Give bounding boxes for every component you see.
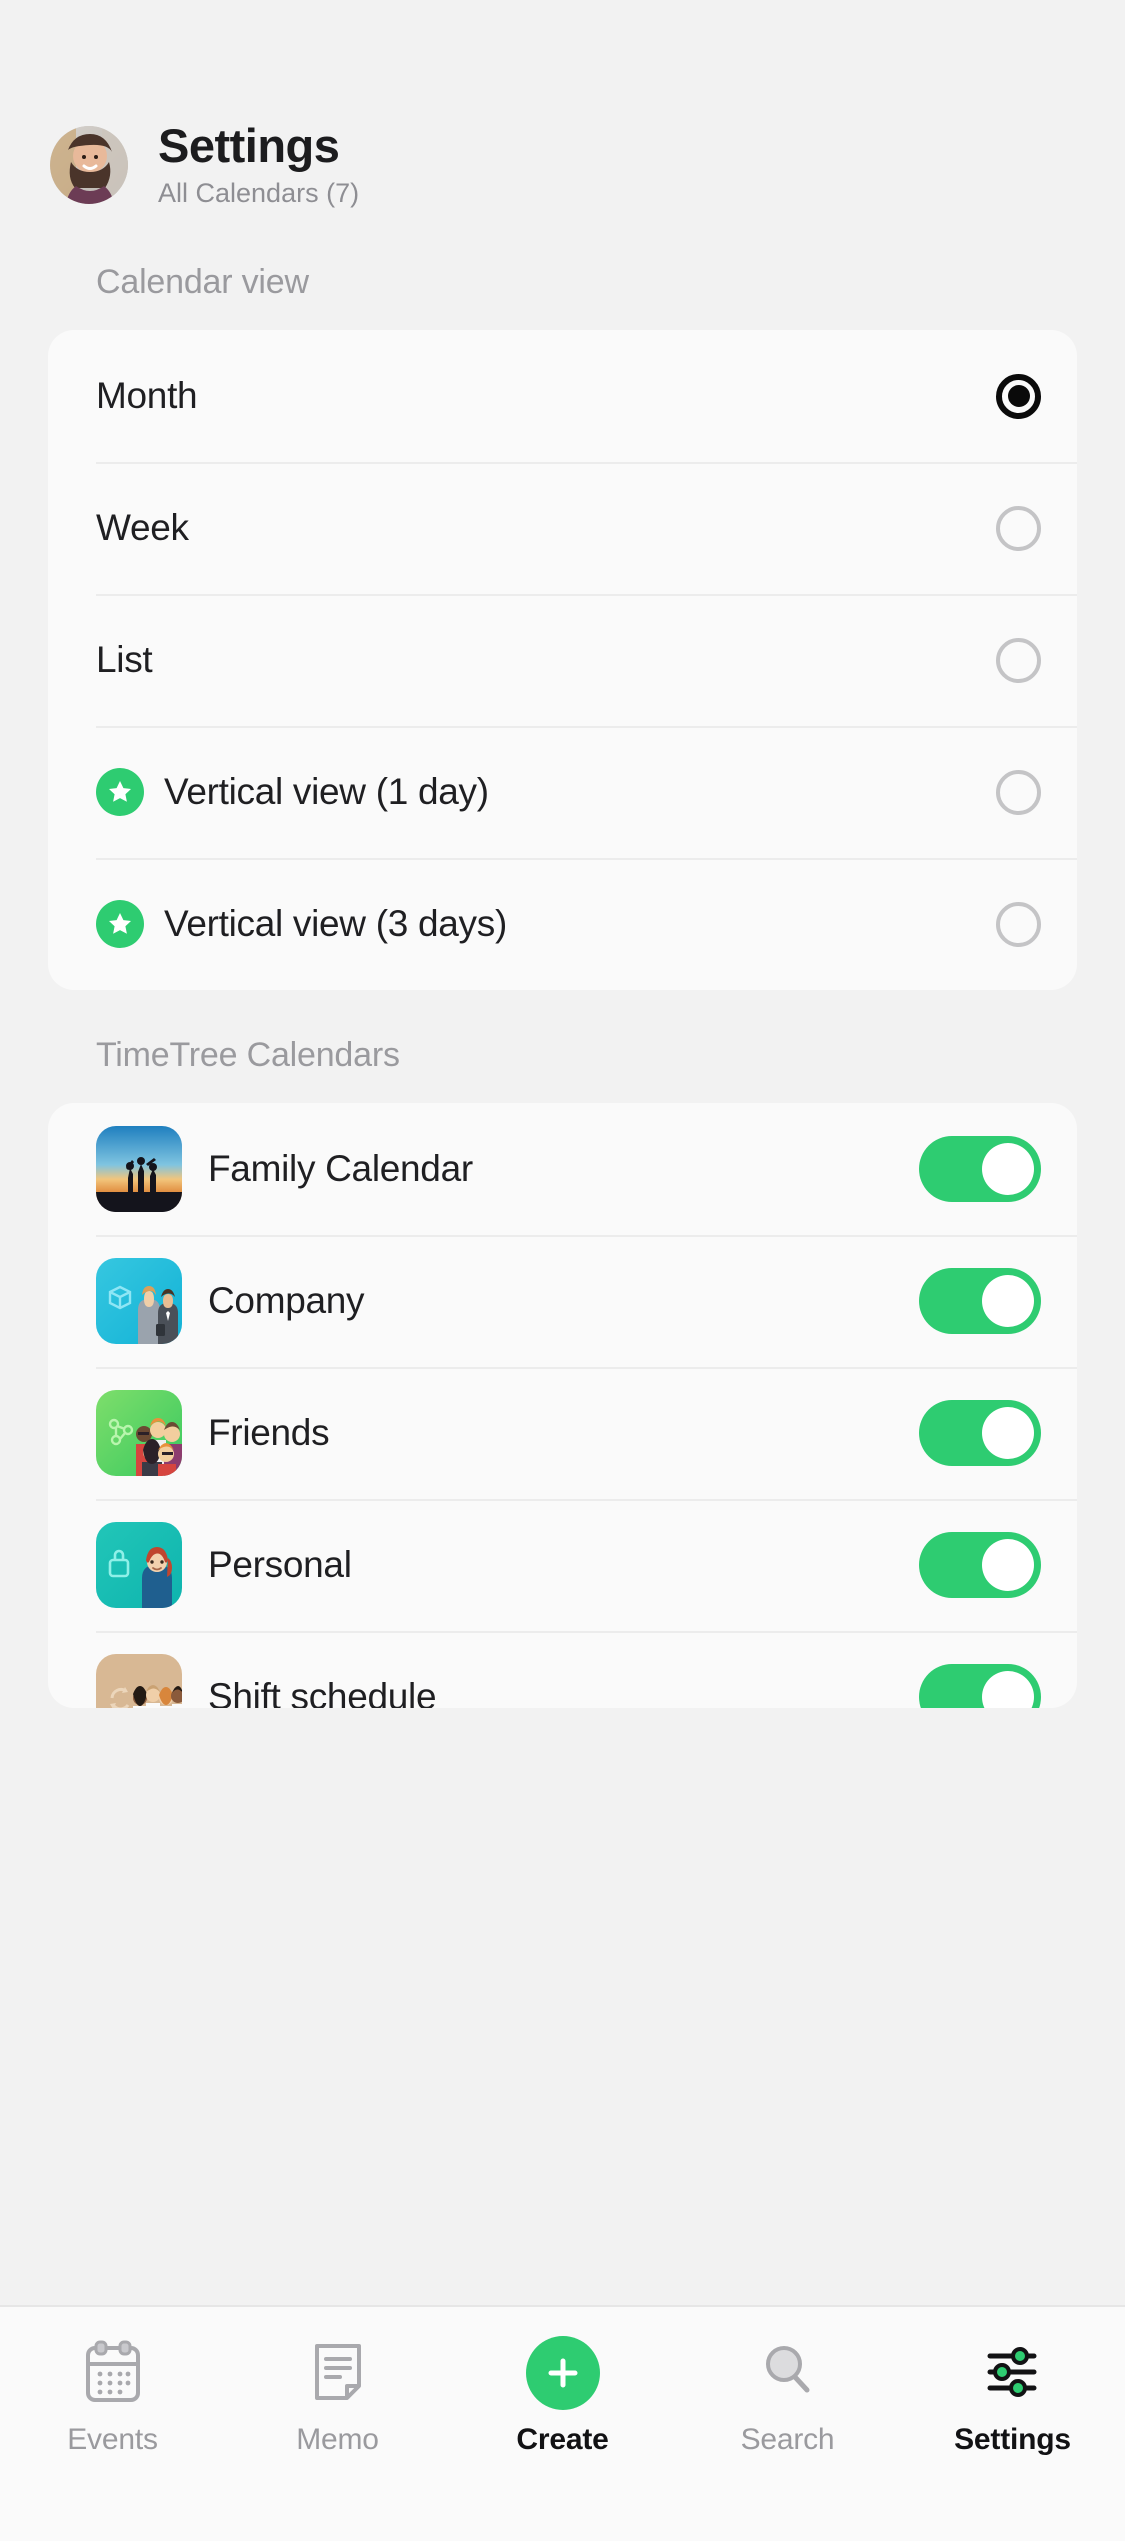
sunset-family-photo-thumbnail	[96, 1126, 182, 1212]
toggle-knob	[982, 1671, 1034, 1708]
calendar-toggle-friends[interactable]	[919, 1400, 1041, 1466]
calendar-toggle-personal[interactable]	[919, 1532, 1041, 1598]
calendar-row-personal[interactable]: Personal	[48, 1499, 1077, 1631]
option-label: Vertical view (3 days)	[164, 903, 996, 945]
calendar-toggle-company[interactable]	[919, 1268, 1041, 1334]
settings-header: Settings All Calendars (7)	[0, 105, 1125, 225]
calendar-row-friends[interactable]: Friends	[48, 1367, 1077, 1499]
timetree-calendars-card: Family Calendar	[48, 1103, 1077, 1708]
calendar-view-card: Month Week List Vertical view (1 day) Ve…	[48, 330, 1077, 990]
calendar-toggle-shift-schedule[interactable]	[919, 1664, 1041, 1708]
option-label: Vertical view (1 day)	[164, 771, 996, 813]
nav-item-memo[interactable]: Memo	[225, 2331, 450, 2457]
sliders-icon	[982, 2331, 1044, 2415]
memo-icon	[309, 2331, 367, 2415]
star-icon	[96, 900, 144, 948]
calendar-name: Company	[208, 1280, 919, 1322]
nav-label: Create	[516, 2423, 608, 2457]
toggle-knob	[982, 1539, 1034, 1591]
radio-week[interactable]	[996, 506, 1041, 551]
radio-vertical-3days[interactable]	[996, 902, 1041, 947]
create-button[interactable]	[526, 2331, 600, 2415]
calendar-icon	[82, 2331, 144, 2415]
radio-month[interactable]	[996, 374, 1041, 419]
bottom-navigation-bar: Events Memo Create	[0, 2305, 1125, 2541]
nav-label: Settings	[954, 2423, 1071, 2457]
star-icon	[96, 768, 144, 816]
plus-icon	[526, 2336, 600, 2410]
nav-item-events[interactable]: Events	[0, 2331, 225, 2457]
nav-label: Events	[67, 2423, 158, 2457]
calendar-name: Shift schedule	[208, 1676, 919, 1708]
toggle-knob	[982, 1143, 1034, 1195]
nav-item-search[interactable]: Search	[675, 2331, 900, 2457]
shift-staff-refresh-thumbnail	[96, 1654, 182, 1708]
toggle-knob	[982, 1407, 1034, 1459]
business-people-cube-thumbnail	[96, 1258, 182, 1344]
radio-list[interactable]	[996, 638, 1041, 683]
calendar-view-option-list[interactable]: List	[48, 594, 1077, 726]
calendar-row-family-calendar[interactable]: Family Calendar	[48, 1103, 1077, 1235]
timetree-calendars-section-label: TimeTree Calendars	[0, 990, 1125, 1103]
nav-label: Search	[741, 2423, 835, 2457]
calendar-view-option-vertical-1day[interactable]: Vertical view (1 day)	[48, 726, 1077, 858]
option-label: List	[96, 639, 996, 681]
calendar-name: Personal	[208, 1544, 919, 1586]
nav-item-create[interactable]: Create	[450, 2331, 675, 2457]
calendar-name: Family Calendar	[208, 1148, 919, 1190]
calendar-view-option-week[interactable]: Week	[48, 462, 1077, 594]
calendar-view-section-label: Calendar view	[0, 225, 1125, 330]
nav-item-settings[interactable]: Settings	[900, 2331, 1125, 2457]
calendar-name: Friends	[208, 1412, 919, 1454]
search-icon	[758, 2331, 818, 2415]
avatar[interactable]	[50, 126, 128, 204]
nav-label: Memo	[296, 2423, 379, 2457]
page-title: Settings	[158, 121, 359, 170]
user-photo-avatar	[50, 126, 128, 204]
calendar-view-option-vertical-3days[interactable]: Vertical view (3 days)	[48, 858, 1077, 990]
header-text-group: Settings All Calendars (7)	[158, 121, 359, 209]
toggle-knob	[982, 1275, 1034, 1327]
option-label: Week	[96, 507, 996, 549]
calendar-row-shift-schedule[interactable]: Shift schedule	[48, 1631, 1077, 1708]
calendar-row-company[interactable]: Company	[48, 1235, 1077, 1367]
calendar-view-option-month[interactable]: Month	[48, 330, 1077, 462]
radio-vertical-1day[interactable]	[996, 770, 1041, 815]
option-label: Month	[96, 375, 996, 417]
friends-group-network-thumbnail	[96, 1390, 182, 1476]
personal-lock-thumbnail	[96, 1522, 182, 1608]
calendar-toggle-family-calendar[interactable]	[919, 1136, 1041, 1202]
all-calendars-count: All Calendars (7)	[158, 179, 359, 209]
